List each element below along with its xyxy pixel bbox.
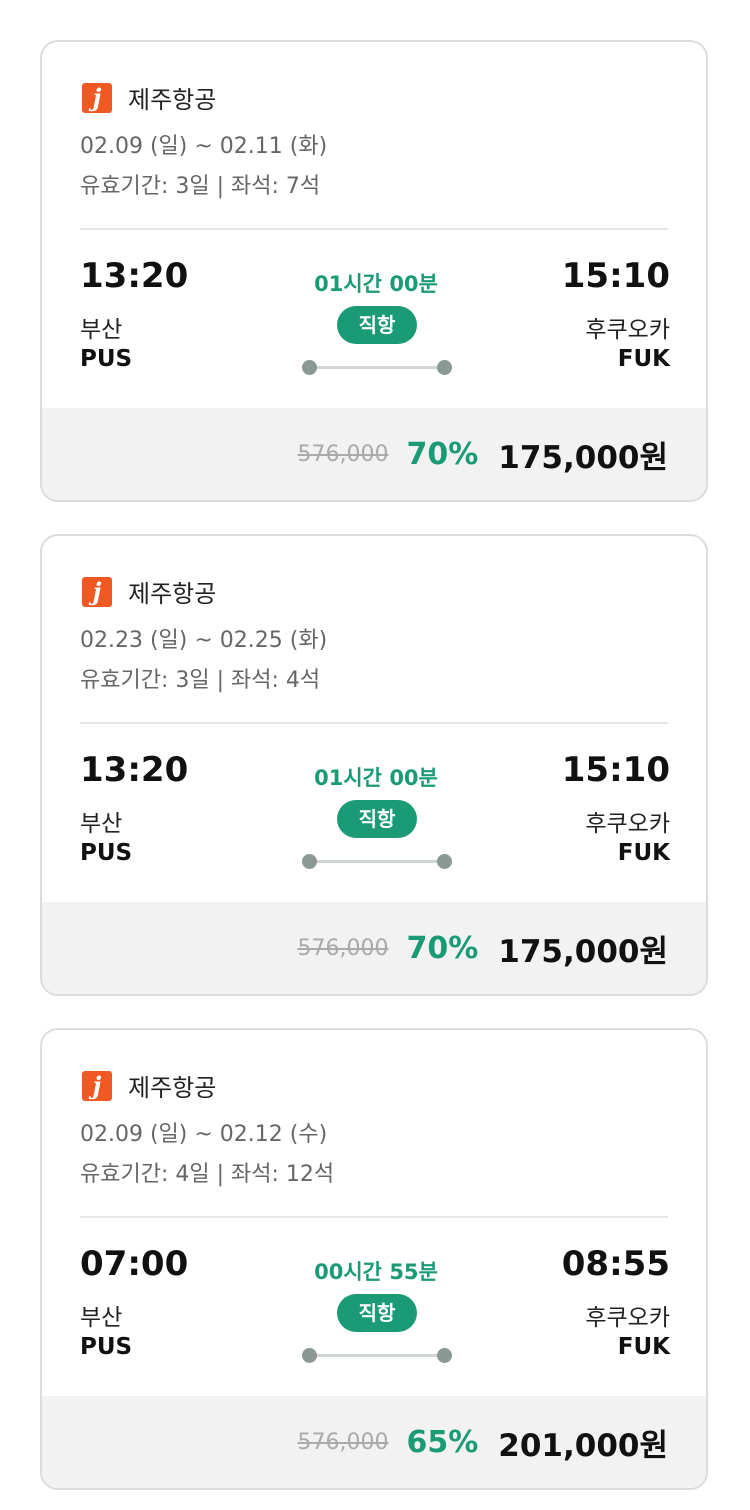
airline-name: 제주항공 [128,1074,217,1102]
flight-duration: 01시간 00분 [314,766,438,790]
validity-seats: 유효기간: 3일 | 좌석: 7석 [80,174,321,199]
original-price: 576,000 [297,935,389,961]
flight-duration: 01시간 00분 [314,272,438,296]
arrival-code: FUK [617,346,670,372]
route-end-dot [437,854,452,869]
final-price: 175,000원 [498,439,668,476]
price-bar: 576,000 70% 175,000원 [42,902,706,994]
discount-rate: 70% [406,436,479,472]
flight-card[interactable]: j 제주항공 02.23 (일) ~ 02.25 (화) 유효기간: 3일 | … [40,534,708,996]
validity-seats: 유효기간: 3일 | 좌석: 4석 [80,668,321,693]
arrival-code: FUK [617,840,670,866]
jeju-air-logo-icon: j [82,1070,112,1101]
departure-code: PUS [80,346,133,372]
divider [80,722,668,724]
departure-time: 13:20 [80,750,189,790]
jeju-air-logo-icon: j [82,576,112,607]
route-line-icon [302,1348,452,1364]
arrival-time: 08:55 [561,1244,670,1284]
airline-info: j 제주항공 [82,80,216,115]
arrival-city: 후쿠오카 [585,317,670,343]
original-price: 576,000 [297,441,389,467]
arrival-city: 후쿠오카 [585,811,670,837]
route-start-dot [302,854,317,869]
arrival-time: 15:10 [561,750,670,790]
direct-flight-badge: 직항 [337,306,417,344]
arrival-city: 후쿠오카 [585,1305,670,1331]
route-line [310,1354,444,1357]
flight-card[interactable]: j 제주항공 02.09 (일) ~ 02.11 (화) 유효기간: 3일 | … [40,40,708,502]
departure-time: 07:00 [80,1244,189,1284]
route-start-dot [302,1348,317,1363]
divider [80,1216,668,1218]
travel-dates: 02.23 (일) ~ 02.25 (화) [80,628,328,653]
departure-code: PUS [80,840,133,866]
validity-seats: 유효기간: 4일 | 좌석: 12석 [80,1162,335,1187]
travel-dates: 02.09 (일) ~ 02.12 (수) [80,1122,328,1147]
route-line [310,366,444,369]
airline-name: 제주항공 [128,86,217,114]
departure-time: 13:20 [80,256,189,296]
discount-rate: 65% [406,1424,479,1460]
route-start-dot [302,360,317,375]
travel-dates: 02.09 (일) ~ 02.11 (화) [80,134,328,159]
departure-city: 부산 [80,317,123,343]
discount-rate: 70% [406,930,479,966]
departure-city: 부산 [80,1305,123,1331]
flight-card[interactable]: j 제주항공 02.09 (일) ~ 02.12 (수) 유효기간: 4일 | … [40,1028,708,1490]
departure-code: PUS [80,1334,133,1360]
original-price: 576,000 [297,1429,389,1455]
route-line-icon [302,360,452,376]
jeju-air-logo-icon: j [82,82,112,113]
price-bar: 576,000 65% 201,000원 [42,1396,706,1488]
arrival-time: 15:10 [561,256,670,296]
arrival-code: FUK [617,1334,670,1360]
price-bar: 576,000 70% 175,000원 [42,408,706,500]
direct-flight-badge: 직항 [337,1294,417,1332]
departure-city: 부산 [80,811,123,837]
airline-info: j 제주항공 [82,1068,216,1103]
final-price: 175,000원 [498,933,668,970]
route-end-dot [437,360,452,375]
route-line-icon [302,854,452,870]
direct-flight-badge: 직항 [337,800,417,838]
airline-name: 제주항공 [128,580,217,608]
route-end-dot [437,1348,452,1363]
flight-duration: 00시간 55분 [314,1260,438,1284]
flight-list: j 제주항공 02.09 (일) ~ 02.11 (화) 유효기간: 3일 | … [0,0,750,1510]
route-line [310,860,444,863]
final-price: 201,000원 [498,1427,668,1464]
divider [80,228,668,230]
airline-info: j 제주항공 [82,574,216,609]
